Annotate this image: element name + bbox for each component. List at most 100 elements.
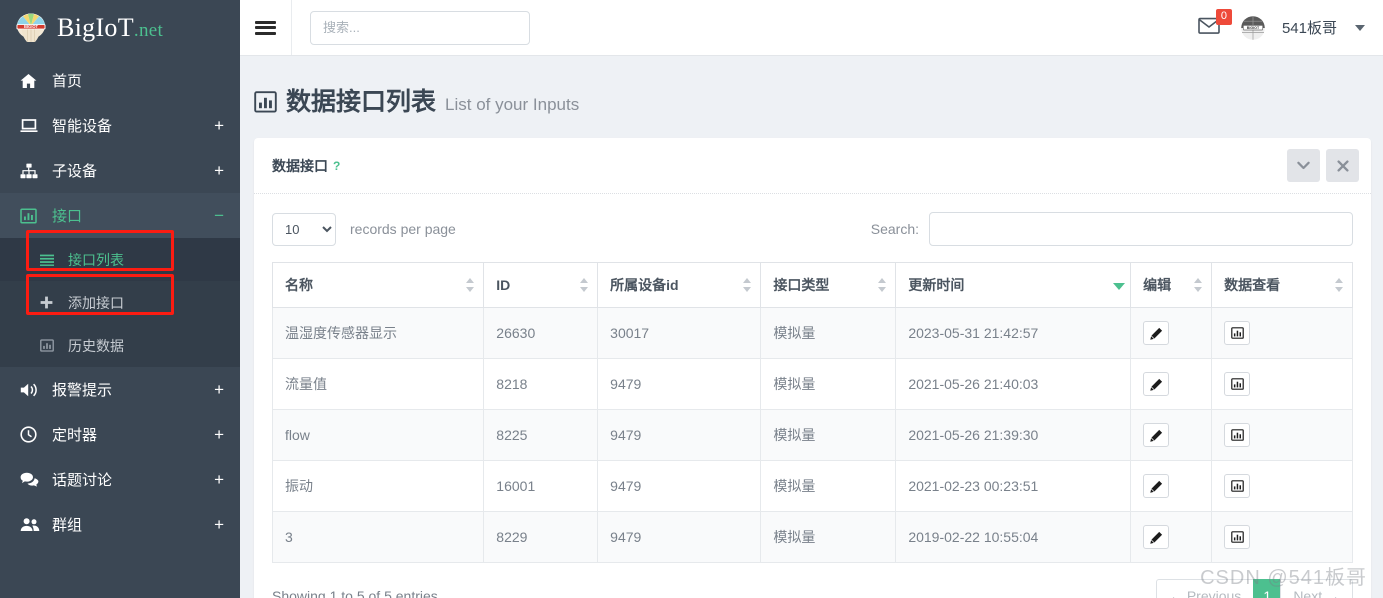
cell-updated: 2021-05-26 21:39:30 bbox=[895, 409, 1132, 461]
cell-name: flow bbox=[271, 409, 485, 461]
brand-suffix: .net bbox=[133, 20, 164, 41]
sidebar-item-timer[interactable]: 定时器 + bbox=[0, 412, 240, 457]
cell-updated: 2021-05-26 21:40:03 bbox=[895, 358, 1132, 410]
column-label-name: 名称 bbox=[285, 277, 313, 293]
search-input[interactable] bbox=[310, 10, 530, 45]
sidebar-nav: 首页 智能设备 + 子设备 + 接口 − 接口列表 添加接口 历史数据 报警提示… bbox=[0, 58, 240, 547]
edit-button[interactable] bbox=[1143, 321, 1170, 345]
cell-data-view bbox=[1211, 409, 1353, 461]
cell-id: 8225 bbox=[483, 409, 599, 461]
sidebar-expand-alarm: + bbox=[214, 380, 224, 399]
view-data-button[interactable] bbox=[1224, 474, 1251, 498]
topbar: 0 BIGIOT 541板哥 bbox=[240, 0, 1383, 56]
avatar[interactable]: BIGIOT bbox=[1240, 15, 1266, 41]
comments-icon bbox=[20, 472, 42, 488]
column-header-updated[interactable]: 更新时间 bbox=[895, 262, 1132, 308]
clock-icon bbox=[20, 426, 42, 443]
entries-info: Showing 1 to 5 of 5 entries bbox=[272, 588, 438, 598]
cell-device-id: 9479 bbox=[597, 358, 762, 410]
column-label-updated: 更新时间 bbox=[908, 277, 965, 293]
table-row: flow 8225 9479 模拟量 2021-05-26 21:39:30 bbox=[271, 409, 1353, 461]
edit-button[interactable] bbox=[1143, 525, 1170, 549]
sidebar-item-sub-devices[interactable]: 子设备 + bbox=[0, 148, 240, 193]
panel-collapse-button[interactable] bbox=[1287, 149, 1320, 182]
table-row: 振动 16001 9479 模拟量 2021-02-23 00:23:51 bbox=[271, 460, 1353, 512]
topbar-right: 0 BIGIOT 541板哥 bbox=[1198, 8, 1365, 41]
sidebar-item-add-interface[interactable]: 添加接口 bbox=[0, 281, 240, 324]
cell-device-id: 30017 bbox=[597, 307, 762, 359]
svg-text:BIGIOT: BIGIOT bbox=[1247, 26, 1260, 30]
sidebar-expand-group: + bbox=[214, 515, 224, 534]
sidebar-label-group: 群组 bbox=[52, 517, 83, 534]
column-label-edit: 编辑 bbox=[1143, 277, 1172, 293]
cell-name: 振动 bbox=[271, 460, 485, 512]
table-search-group: Search: bbox=[871, 212, 1353, 246]
column-label-id: ID bbox=[496, 277, 511, 293]
sidebar-item-smart-devices[interactable]: 智能设备 + bbox=[0, 103, 240, 148]
app-root: BIGIOT BigIoT.net 首页 智能设备 + 子设备 + 接口 − 接… bbox=[0, 0, 1383, 598]
view-data-button[interactable] bbox=[1224, 321, 1251, 345]
cell-type: 模拟量 bbox=[760, 511, 897, 563]
cell-id: 16001 bbox=[483, 460, 599, 512]
table-header-row: 名称 ID 所属设备id 接口类型 更新时间 编辑 数据查看 bbox=[271, 262, 1353, 308]
sidebar-item-discussion[interactable]: 话题讨论 + bbox=[0, 457, 240, 502]
cell-name: 温湿度传感器显示 bbox=[271, 307, 485, 359]
panel-close-button[interactable] bbox=[1326, 149, 1359, 182]
sort-indicator-data-view bbox=[1335, 277, 1344, 293]
users-icon bbox=[20, 517, 42, 532]
help-icon[interactable]: ? bbox=[333, 159, 340, 173]
column-header-type[interactable]: 接口类型 bbox=[760, 262, 897, 308]
view-data-button[interactable] bbox=[1224, 372, 1251, 396]
panel-header: 数据接口 ? bbox=[254, 138, 1371, 194]
panel-body: 10 25 50 100 records per page Search: bbox=[254, 194, 1371, 598]
edit-button[interactable] bbox=[1143, 423, 1170, 447]
sidebar-item-alarm[interactable]: 报警提示 + bbox=[0, 367, 240, 412]
table-row: 3 8229 9479 模拟量 2019-02-22 10:55:04 bbox=[271, 511, 1353, 563]
column-label-type: 接口类型 bbox=[773, 277, 830, 293]
sidebar-label-interface-list: 接口列表 bbox=[68, 251, 124, 268]
user-name[interactable]: 541板哥 bbox=[1282, 17, 1337, 38]
svg-text:BIGIOT: BIGIOT bbox=[24, 24, 39, 29]
column-header-data-view[interactable]: 数据查看 bbox=[1211, 262, 1353, 308]
sidebar-item-interface-list[interactable]: 接口列表 bbox=[0, 238, 240, 281]
sidebar-expand-timer: + bbox=[214, 425, 224, 444]
view-data-button[interactable] bbox=[1224, 525, 1251, 549]
sidebar-expand-sub-devices: + bbox=[214, 161, 224, 180]
page-length-select[interactable]: 10 25 50 100 bbox=[272, 212, 336, 246]
cell-name: 3 bbox=[271, 511, 485, 563]
cell-updated: 2023-05-31 21:42:57 bbox=[895, 307, 1132, 359]
brand-logo-area[interactable]: BIGIOT BigIoT.net bbox=[0, 0, 240, 56]
table-row: 流量值 8218 9479 模拟量 2021-05-26 21:40:03 bbox=[271, 358, 1353, 410]
column-header-edit[interactable]: 编辑 bbox=[1130, 262, 1213, 308]
volume-up-icon bbox=[20, 382, 42, 398]
messages-button[interactable]: 0 bbox=[1198, 8, 1232, 41]
column-label-data-view: 数据查看 bbox=[1224, 277, 1281, 293]
cell-id: 8218 bbox=[483, 358, 599, 410]
sort-indicator-updated-desc bbox=[1113, 277, 1126, 293]
sidebar-collapse-interface: − bbox=[214, 206, 224, 225]
edit-button[interactable] bbox=[1143, 474, 1170, 498]
column-header-device-id[interactable]: 所属设备id bbox=[597, 262, 762, 308]
table-controls: 10 25 50 100 records per page Search: bbox=[272, 212, 1353, 262]
brand-name: BigIoT bbox=[57, 13, 134, 42]
sidebar-item-home[interactable]: 首页 bbox=[0, 58, 240, 103]
laptop-icon bbox=[20, 118, 42, 133]
pagination-previous[interactable]: ← Previous bbox=[1155, 579, 1255, 598]
page-title-bar-chart-icon bbox=[254, 91, 277, 113]
column-header-id[interactable]: ID bbox=[483, 262, 599, 308]
pagination-page-1[interactable]: 1 bbox=[1253, 579, 1282, 598]
sidebar-item-history-data[interactable]: 历史数据 bbox=[0, 324, 240, 367]
sort-indicator-edit bbox=[1194, 277, 1203, 293]
sidebar-label-home: 首页 bbox=[52, 73, 83, 90]
edit-button[interactable] bbox=[1143, 372, 1170, 396]
sidebar-item-group[interactable]: 群组 + bbox=[0, 502, 240, 547]
chevron-down-icon[interactable] bbox=[1355, 24, 1365, 31]
table-search-input[interactable] bbox=[929, 212, 1353, 246]
pagination-next[interactable]: Next → bbox=[1280, 579, 1353, 598]
sidebar-item-interface[interactable]: 接口 − bbox=[0, 193, 240, 238]
hamburger-icon[interactable] bbox=[240, 0, 292, 55]
column-header-name[interactable]: 名称 bbox=[271, 262, 485, 308]
view-data-button[interactable] bbox=[1224, 423, 1251, 447]
panel-actions bbox=[1287, 149, 1359, 182]
pagination: ← Previous 1 Next → bbox=[1155, 579, 1353, 598]
